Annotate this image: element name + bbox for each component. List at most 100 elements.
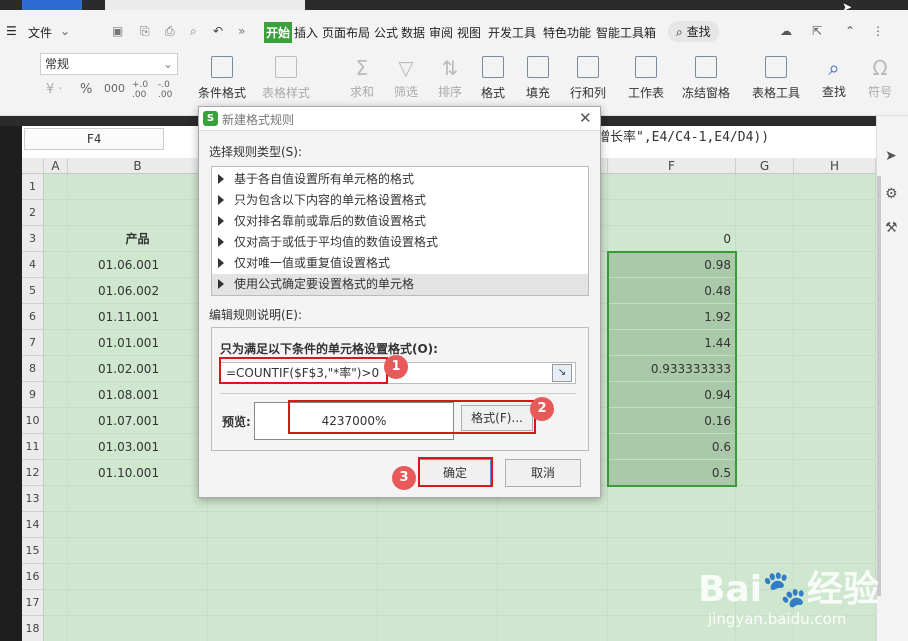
grid-cell[interactable] bbox=[44, 616, 68, 641]
chevron-down-icon[interactable]: ⌄ bbox=[60, 24, 70, 38]
decimal-decrease-button[interactable]: -.0 .00 bbox=[158, 80, 176, 100]
grid-cell[interactable] bbox=[794, 460, 876, 486]
row-header[interactable]: 12 bbox=[22, 460, 44, 486]
grid-cell[interactable] bbox=[736, 330, 794, 356]
tab-special[interactable]: 特色功能 bbox=[543, 24, 591, 41]
rule-item[interactable]: 仅对高于或低于平均值的数值设置格式 bbox=[212, 232, 588, 253]
grid-cell[interactable] bbox=[68, 616, 208, 641]
grid-cell[interactable] bbox=[608, 200, 736, 226]
print-icon[interactable]: ⎙ bbox=[165, 24, 175, 39]
export-icon[interactable]: ⎘ bbox=[140, 24, 150, 39]
row-header[interactable]: 17 bbox=[22, 590, 44, 616]
undo-icon[interactable]: ↶ bbox=[213, 24, 223, 38]
grid-cell[interactable] bbox=[736, 486, 794, 512]
grid-cell[interactable] bbox=[378, 538, 498, 564]
grid-cell[interactable] bbox=[68, 174, 208, 200]
rule-item[interactable]: 只为包含以下内容的单元格设置格式 bbox=[212, 190, 588, 211]
select-all-corner[interactable] bbox=[22, 158, 44, 174]
grid-cell[interactable] bbox=[208, 616, 378, 641]
grid-cell[interactable] bbox=[208, 512, 378, 538]
home-tab[interactable] bbox=[22, 0, 82, 10]
grid-cell[interactable] bbox=[794, 200, 876, 226]
grid-cell[interactable] bbox=[794, 356, 876, 382]
range-picker-icon[interactable]: ↘ bbox=[552, 364, 572, 382]
name-box[interactable]: F4 bbox=[24, 128, 164, 150]
grid-cell[interactable] bbox=[44, 486, 68, 512]
grid-cell[interactable] bbox=[608, 174, 736, 200]
grid-cell[interactable] bbox=[498, 512, 608, 538]
grid-cell[interactable] bbox=[794, 252, 876, 278]
grid-cell[interactable] bbox=[44, 538, 68, 564]
rule-item[interactable]: 仅对唯一值或重复值设置格式 bbox=[212, 253, 588, 274]
expand-icon[interactable]: ⌃ bbox=[845, 24, 855, 38]
grid-cell[interactable] bbox=[44, 408, 68, 434]
row-header[interactable]: 6 bbox=[22, 304, 44, 330]
row-header[interactable]: 15 bbox=[22, 538, 44, 564]
tab-review[interactable]: 审阅 bbox=[429, 24, 453, 41]
grid-cell[interactable] bbox=[794, 304, 876, 330]
grid-cell[interactable] bbox=[44, 330, 68, 356]
grid-cell[interactable] bbox=[794, 434, 876, 460]
conditional-format-button[interactable]: 条件格式 bbox=[192, 56, 252, 101]
tab-formula[interactable]: 公式 bbox=[374, 24, 398, 41]
row-header[interactable]: 13 bbox=[22, 486, 44, 512]
grid-cell[interactable] bbox=[44, 252, 68, 278]
grid-cell[interactable]: 0.48 bbox=[608, 278, 736, 304]
tab-view[interactable]: 视图 bbox=[457, 24, 481, 41]
row-header[interactable]: 18 bbox=[22, 616, 44, 641]
grid-cell[interactable] bbox=[378, 564, 498, 590]
grid-cell[interactable] bbox=[608, 512, 736, 538]
settings-icon[interactable]: ⚙ bbox=[885, 186, 898, 202]
grid-cell[interactable] bbox=[44, 564, 68, 590]
tools-icon[interactable]: ⚒ bbox=[885, 220, 898, 236]
search-box[interactable]: ⌕ 查找 bbox=[668, 21, 719, 42]
grid-cell[interactable]: 01.03.001 bbox=[68, 434, 208, 460]
column-header[interactable]: H bbox=[794, 158, 876, 174]
grid-cell[interactable] bbox=[736, 356, 794, 382]
doc-tab[interactable] bbox=[105, 0, 305, 10]
tab-insert[interactable]: 插入 bbox=[294, 24, 318, 41]
decimal-increase-button[interactable]: +.0 .00 bbox=[132, 80, 150, 100]
grid-cell[interactable] bbox=[208, 590, 378, 616]
grid-cell[interactable]: 1.92 bbox=[608, 304, 736, 330]
freeze-panes-button[interactable]: 冻结窗格 bbox=[676, 56, 736, 101]
grid-cell[interactable]: 0.16 bbox=[608, 408, 736, 434]
grid-cell[interactable] bbox=[378, 616, 498, 641]
grid-cell[interactable] bbox=[378, 590, 498, 616]
thousands-button[interactable]: 000 bbox=[104, 82, 125, 95]
grid-cell[interactable] bbox=[736, 174, 794, 200]
row-col-button[interactable]: 行和列 bbox=[558, 56, 618, 101]
grid-cell[interactable]: 01.07.001 bbox=[68, 408, 208, 434]
grid-cell[interactable] bbox=[44, 512, 68, 538]
grid-cell[interactable] bbox=[44, 200, 68, 226]
column-header[interactable]: F bbox=[608, 158, 736, 174]
more-icon[interactable]: » bbox=[238, 24, 245, 38]
preview-icon[interactable]: ⌕ bbox=[190, 24, 197, 39]
row-header[interactable]: 4 bbox=[22, 252, 44, 278]
column-header[interactable]: G bbox=[736, 158, 794, 174]
table-tools-button[interactable]: 表格工具 bbox=[746, 56, 806, 101]
grid-cell[interactable] bbox=[68, 486, 208, 512]
save-icon[interactable]: ▣ bbox=[112, 24, 123, 38]
grid-cell[interactable] bbox=[498, 616, 608, 641]
grid-cell[interactable] bbox=[68, 538, 208, 564]
grid-cell[interactable] bbox=[44, 278, 68, 304]
grid-cell[interactable]: 01.06.002 bbox=[68, 278, 208, 304]
rule-item[interactable]: 基于各自值设置所有单元格的格式 bbox=[212, 169, 588, 190]
file-menu[interactable]: 文件 bbox=[28, 24, 52, 41]
symbol-button[interactable]: Ω 符号 bbox=[850, 56, 908, 100]
tab-data[interactable]: 数据 bbox=[401, 24, 425, 41]
grid-cell[interactable] bbox=[68, 564, 208, 590]
row-header[interactable]: 14 bbox=[22, 512, 44, 538]
grid-cell[interactable] bbox=[794, 382, 876, 408]
grid-cell[interactable] bbox=[44, 382, 68, 408]
grid-cell[interactable] bbox=[736, 408, 794, 434]
vertical-scrollbar[interactable] bbox=[877, 176, 881, 596]
sheet-button[interactable]: 工作表 bbox=[616, 56, 676, 101]
row-header[interactable]: 3 bbox=[22, 226, 44, 252]
percent-button[interactable]: % bbox=[80, 82, 92, 97]
formula-input[interactable]: 增长率",E4/C4-1,E4/D4)) bbox=[597, 128, 876, 150]
grid-cell[interactable] bbox=[736, 512, 794, 538]
grid-cell[interactable] bbox=[794, 486, 876, 512]
grid-cell[interactable] bbox=[44, 174, 68, 200]
